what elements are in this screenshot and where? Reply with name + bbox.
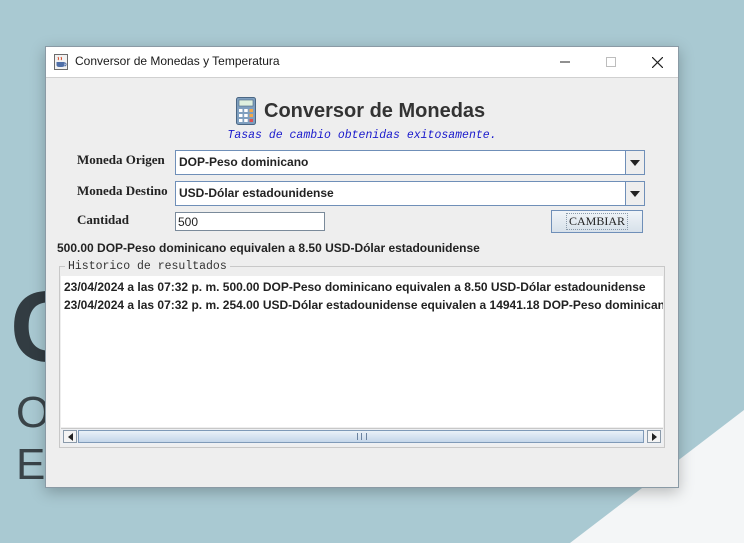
convert-button[interactable]: CAMBIAR (551, 210, 643, 233)
scroll-left-button[interactable] (63, 430, 77, 443)
convert-button-label: CAMBIAR (565, 213, 628, 230)
close-icon (651, 56, 663, 68)
minimize-button[interactable] (542, 47, 588, 77)
maximize-button[interactable] (588, 47, 634, 77)
quantity-input[interactable] (175, 212, 325, 231)
status-message: Tasas de cambio obtenidas exitosamente. (227, 129, 497, 142)
scrollbar-thumb[interactable] (78, 430, 644, 443)
history-title: Historico de resultados (65, 260, 230, 273)
origin-currency-label: Moneda Origen (77, 152, 165, 167)
title-bar[interactable]: Conversor de Monedas y Temperatura (46, 47, 678, 78)
page-title: Conversor de Monedas (264, 99, 486, 122)
chevron-down-icon (630, 159, 640, 166)
history-list[interactable]: 23/04/2024 a las 07:32 p. m. 500.00 DOP-… (61, 276, 663, 427)
origin-currency-select[interactable]: DOP-Peso dominicano (175, 150, 645, 175)
window-title: Conversor de Monedas y Temperatura (75, 54, 280, 68)
list-item[interactable]: 23/04/2024 a las 07:32 p. m. 254.00 USD-… (61, 296, 663, 314)
chevron-left-icon (67, 432, 73, 441)
origin-dropdown-button[interactable] (625, 151, 644, 174)
chevron-right-icon (651, 432, 657, 441)
app-window: Conversor de Monedas y Temperatura Conve… (45, 46, 679, 488)
dest-dropdown-button[interactable] (625, 182, 644, 205)
java-coffee-cup-icon (54, 54, 68, 70)
grip-icon (357, 433, 367, 440)
origin-currency-value: DOP-Peso dominicano (179, 155, 309, 169)
list-item[interactable]: 23/04/2024 a las 07:32 p. m. 500.00 DOP-… (61, 278, 663, 296)
desktop-wallpaper-glyph: E (16, 440, 46, 489)
maximize-icon (606, 57, 616, 67)
main-panel: Conversor de Monedas Tasas de cambio obt… (46, 78, 678, 487)
history-panel: Historico de resultados 23/04/2024 a las… (59, 260, 665, 448)
quantity-label: Cantidad (77, 212, 130, 227)
dest-currency-value: USD-Dólar estadounidense (179, 186, 334, 200)
header: Conversor de Monedas (236, 96, 485, 126)
dest-currency-select[interactable]: USD-Dólar estadounidense (175, 181, 645, 206)
conversion-result: 500.00 DOP-Peso dominicano equivalen a 8… (57, 241, 480, 255)
chevron-down-icon (630, 190, 640, 197)
minimize-icon (560, 61, 570, 63)
close-button[interactable] (634, 47, 680, 77)
dest-currency-label: Moneda Destino (77, 183, 168, 198)
horizontal-scrollbar[interactable] (61, 428, 663, 445)
scroll-right-button[interactable] (647, 430, 661, 443)
calculator-icon (236, 97, 256, 125)
